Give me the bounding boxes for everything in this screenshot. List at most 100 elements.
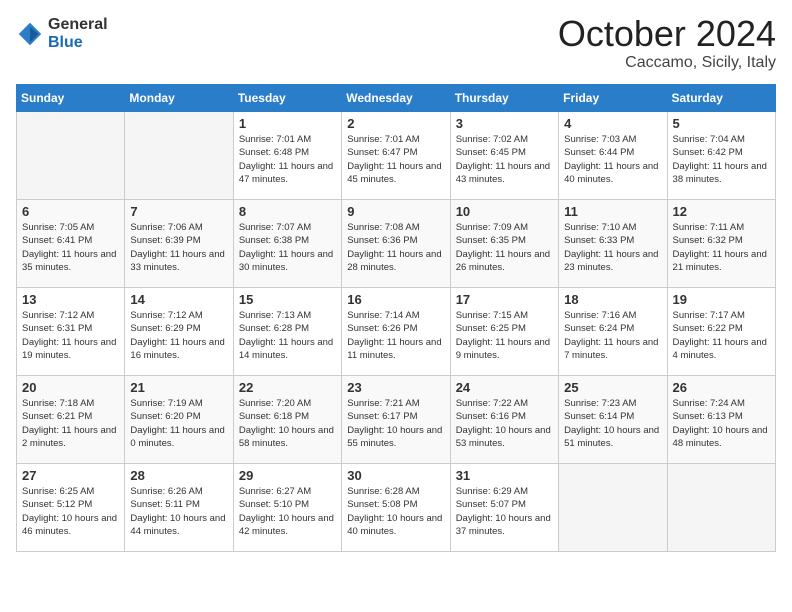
day-info: Sunrise: 7:12 AM Sunset: 6:29 PM Dayligh…	[130, 309, 227, 362]
day-info: Sunrise: 7:16 AM Sunset: 6:24 PM Dayligh…	[564, 309, 661, 362]
location-subtitle: Caccamo, Sicily, Italy	[558, 54, 776, 72]
day-cell: 17 Sunrise: 7:15 AM Sunset: 6:25 PM Dayli…	[450, 288, 558, 376]
day-number: 13	[22, 292, 119, 307]
day-cell: 24 Sunrise: 7:22 AM Sunset: 6:16 PM Dayli…	[450, 376, 558, 464]
day-number: 15	[239, 292, 336, 307]
day-cell: 15Sunrise: 7:13 AM Sunset: 6:28 PM Dayli…	[233, 288, 341, 376]
day-number: 29	[239, 468, 336, 483]
day-cell: 10 Sunrise: 7:09 AM Sunset: 6:35 PM Dayli…	[450, 200, 558, 288]
day-cell: 11Sunrise: 7:10 AM Sunset: 6:33 PM Dayli…	[559, 200, 667, 288]
week-row-5: 27Sunrise: 6:25 AM Sunset: 5:12 PM Dayli…	[17, 464, 776, 552]
day-number: 21	[130, 380, 227, 395]
day-number: 27	[22, 468, 119, 483]
day-number: 17	[456, 292, 553, 307]
day-cell: 21 Sunrise: 7:19 AM Sunset: 6:20 PM Dayli…	[125, 376, 233, 464]
day-cell: 5 Sunrise: 7:04 AM Sunset: 6:42 PM Daylig…	[667, 112, 775, 200]
logo-general: General	[48, 16, 108, 34]
day-number: 19	[673, 292, 770, 307]
week-row-3: 13 Sunrise: 7:12 AM Sunset: 6:31 PM Dayli…	[17, 288, 776, 376]
day-number: 11	[564, 204, 661, 219]
day-cell: 16Sunrise: 7:14 AM Sunset: 6:26 PM Dayli…	[342, 288, 450, 376]
day-info: Sunrise: 7:23 AM Sunset: 6:14 PM Dayligh…	[564, 397, 661, 450]
day-info: Sunrise: 7:04 AM Sunset: 6:42 PM Dayligh…	[673, 133, 770, 186]
day-number: 31	[456, 468, 553, 483]
header-monday: Monday	[125, 85, 233, 112]
week-row-2: 6 Sunrise: 7:05 AM Sunset: 6:41 PM Daylig…	[17, 200, 776, 288]
header-friday: Friday	[559, 85, 667, 112]
title-area: October 2024 Caccamo, Sicily, Italy	[558, 16, 776, 72]
day-number: 22	[239, 380, 336, 395]
day-cell	[559, 464, 667, 552]
day-number: 28	[130, 468, 227, 483]
day-number: 1	[239, 116, 336, 131]
day-info: Sunrise: 7:07 AM Sunset: 6:38 PM Dayligh…	[239, 221, 336, 274]
day-cell: 29 Sunrise: 6:27 AM Sunset: 5:10 PM Dayli…	[233, 464, 341, 552]
day-number: 7	[130, 204, 227, 219]
day-info: Sunrise: 7:18 AM Sunset: 6:21 PM Dayligh…	[22, 397, 119, 450]
day-number: 8	[239, 204, 336, 219]
day-cell: 9Sunrise: 7:08 AM Sunset: 6:36 PM Daylig…	[342, 200, 450, 288]
day-cell: 4 Sunrise: 7:03 AM Sunset: 6:44 PM Daylig…	[559, 112, 667, 200]
header-saturday: Saturday	[667, 85, 775, 112]
day-info: Sunrise: 7:01 AM Sunset: 6:47 PM Dayligh…	[347, 133, 444, 186]
day-cell: 19 Sunrise: 7:17 AM Sunset: 6:22 PM Dayli…	[667, 288, 775, 376]
month-title: October 2024	[558, 16, 776, 52]
page-header: General Blue October 2024 Caccamo, Sicil…	[16, 16, 776, 72]
day-info: Sunrise: 6:28 AM Sunset: 5:08 PM Dayligh…	[347, 485, 444, 538]
day-info: Sunrise: 7:05 AM Sunset: 6:41 PM Dayligh…	[22, 221, 119, 274]
day-info: Sunrise: 7:15 AM Sunset: 6:25 PM Dayligh…	[456, 309, 553, 362]
day-info: Sunrise: 7:01 AM Sunset: 6:48 PM Dayligh…	[239, 133, 336, 186]
day-cell	[125, 112, 233, 200]
day-number: 25	[564, 380, 661, 395]
day-cell: 7 Sunrise: 7:06 AM Sunset: 6:39 PM Daylig…	[125, 200, 233, 288]
day-number: 5	[673, 116, 770, 131]
day-number: 24	[456, 380, 553, 395]
day-number: 12	[673, 204, 770, 219]
day-cell: 2Sunrise: 7:01 AM Sunset: 6:47 PM Daylig…	[342, 112, 450, 200]
day-number: 18	[564, 292, 661, 307]
day-number: 9	[347, 204, 444, 219]
day-info: Sunrise: 7:06 AM Sunset: 6:39 PM Dayligh…	[130, 221, 227, 274]
day-cell: 12 Sunrise: 7:11 AM Sunset: 6:32 PM Dayli…	[667, 200, 775, 288]
day-cell: 23 Sunrise: 7:21 AM Sunset: 6:17 PM Dayli…	[342, 376, 450, 464]
header-sunday: Sunday	[17, 85, 125, 112]
day-info: Sunrise: 7:11 AM Sunset: 6:32 PM Dayligh…	[673, 221, 770, 274]
day-cell: 28 Sunrise: 6:26 AM Sunset: 5:11 PM Dayli…	[125, 464, 233, 552]
day-number: 26	[673, 380, 770, 395]
day-number: 4	[564, 116, 661, 131]
day-number: 10	[456, 204, 553, 219]
day-cell: 26Sunrise: 7:24 AM Sunset: 6:13 PM Dayli…	[667, 376, 775, 464]
header-row: SundayMondayTuesdayWednesdayThursdayFrid…	[17, 85, 776, 112]
day-cell: 6 Sunrise: 7:05 AM Sunset: 6:41 PM Daylig…	[17, 200, 125, 288]
day-number: 6	[22, 204, 119, 219]
day-info: Sunrise: 7:20 AM Sunset: 6:18 PM Dayligh…	[239, 397, 336, 450]
logo-text: General Blue	[48, 16, 108, 51]
day-number: 14	[130, 292, 227, 307]
day-info: Sunrise: 7:19 AM Sunset: 6:20 PM Dayligh…	[130, 397, 227, 450]
day-cell	[667, 464, 775, 552]
day-info: Sunrise: 7:09 AM Sunset: 6:35 PM Dayligh…	[456, 221, 553, 274]
day-cell: 13 Sunrise: 7:12 AM Sunset: 6:31 PM Dayli…	[17, 288, 125, 376]
day-number: 23	[347, 380, 444, 395]
day-info: Sunrise: 6:26 AM Sunset: 5:11 PM Dayligh…	[130, 485, 227, 538]
day-cell: 30Sunrise: 6:28 AM Sunset: 5:08 PM Dayli…	[342, 464, 450, 552]
day-cell: 20 Sunrise: 7:18 AM Sunset: 6:21 PM Dayli…	[17, 376, 125, 464]
week-row-1: 1 Sunrise: 7:01 AM Sunset: 6:48 PM Daylig…	[17, 112, 776, 200]
day-cell	[17, 112, 125, 200]
day-cell: 18 Sunrise: 7:16 AM Sunset: 6:24 PM Dayli…	[559, 288, 667, 376]
day-info: Sunrise: 6:27 AM Sunset: 5:10 PM Dayligh…	[239, 485, 336, 538]
day-cell: 31 Sunrise: 6:29 AM Sunset: 5:07 PM Dayli…	[450, 464, 558, 552]
day-cell: 14 Sunrise: 7:12 AM Sunset: 6:29 PM Dayli…	[125, 288, 233, 376]
day-info: Sunrise: 7:12 AM Sunset: 6:31 PM Dayligh…	[22, 309, 119, 362]
week-row-4: 20 Sunrise: 7:18 AM Sunset: 6:21 PM Dayli…	[17, 376, 776, 464]
day-info: Sunrise: 7:03 AM Sunset: 6:44 PM Dayligh…	[564, 133, 661, 186]
day-info: Sunrise: 7:22 AM Sunset: 6:16 PM Dayligh…	[456, 397, 553, 450]
day-number: 16	[347, 292, 444, 307]
day-cell: 25 Sunrise: 7:23 AM Sunset: 6:14 PM Dayli…	[559, 376, 667, 464]
day-info: Sunrise: 7:17 AM Sunset: 6:22 PM Dayligh…	[673, 309, 770, 362]
day-info: Sunrise: 7:21 AM Sunset: 6:17 PM Dayligh…	[347, 397, 444, 450]
header-tuesday: Tuesday	[233, 85, 341, 112]
day-info: Sunrise: 6:29 AM Sunset: 5:07 PM Dayligh…	[456, 485, 553, 538]
day-number: 20	[22, 380, 119, 395]
day-info: Sunrise: 7:02 AM Sunset: 6:45 PM Dayligh…	[456, 133, 553, 186]
